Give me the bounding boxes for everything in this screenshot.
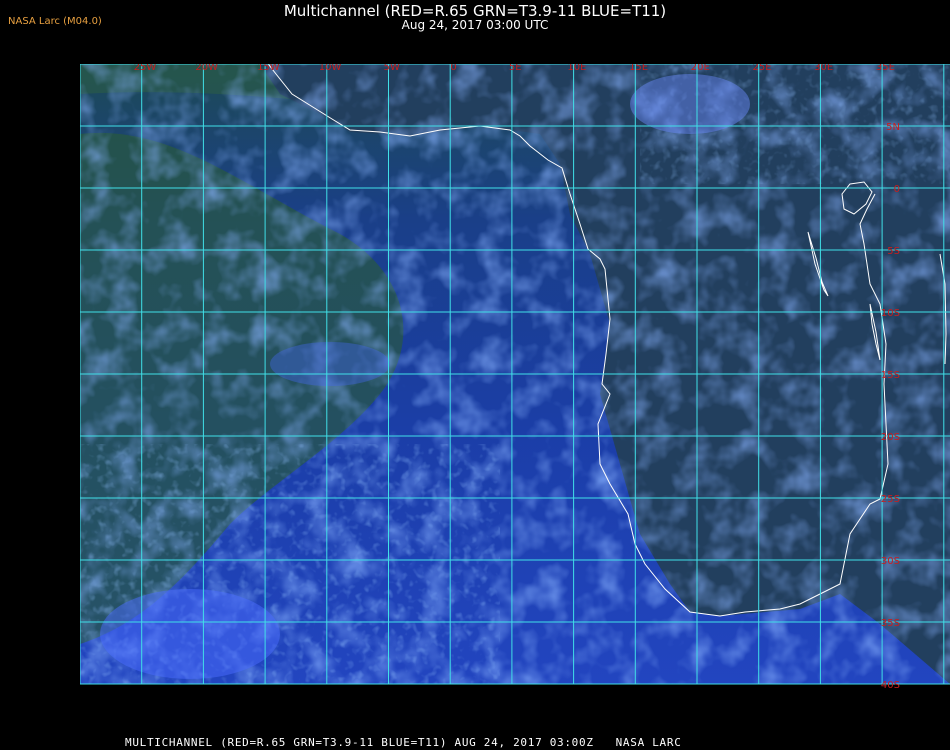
longitude-label: 15E xyxy=(629,64,648,73)
longitude-label: 15W xyxy=(257,64,280,73)
latitude-label: 5S xyxy=(887,246,900,257)
longitude-label: 5W xyxy=(384,64,400,73)
cloud-mass xyxy=(270,342,390,386)
satellite-imagery: 25W 20W 15W 10W 5W 0 5E 10E 15E 20E 25E 30E 35E 5N 0 5… xyxy=(80,64,950,691)
cloud-mass xyxy=(100,589,280,679)
latitude-label: 25S xyxy=(881,494,900,505)
latitude-label: 0 xyxy=(894,184,900,195)
latitude-label: 20S xyxy=(881,432,900,443)
longitude-label: 10E xyxy=(567,64,586,73)
latitude-label: 35S xyxy=(881,618,900,629)
satellite-map[interactable]: 25W 20W 15W 10W 5W 0 5E 10E 15E 20E 25E 30E 35E 5N 0 5… xyxy=(80,64,950,726)
longitude-label: 0 xyxy=(450,64,456,73)
longitude-label: 10W xyxy=(319,64,342,73)
latitude-label: 40S xyxy=(881,680,900,691)
image-timestamp: Aug 24, 2017 03:00 UTC xyxy=(401,18,549,32)
latitude-label: 15S xyxy=(881,370,900,381)
longitude-label: 25W xyxy=(134,64,157,73)
longitude-label: 30E xyxy=(814,64,833,73)
cloud-mass xyxy=(630,74,750,134)
latitude-label: 5N xyxy=(886,122,900,133)
longitude-label: 35E xyxy=(876,64,895,73)
footer-caption: MULTICHANNEL (RED=R.65 GRN=T3.9-11 BLUE=… xyxy=(125,736,682,749)
longitude-label: 25E xyxy=(752,64,771,73)
longitude-label: 20W xyxy=(195,64,218,73)
longitude-label: 20E xyxy=(691,64,710,73)
longitude-label: 5E xyxy=(509,64,522,73)
latitude-label: 10S xyxy=(881,308,900,319)
latitude-label: 30S xyxy=(881,556,900,567)
